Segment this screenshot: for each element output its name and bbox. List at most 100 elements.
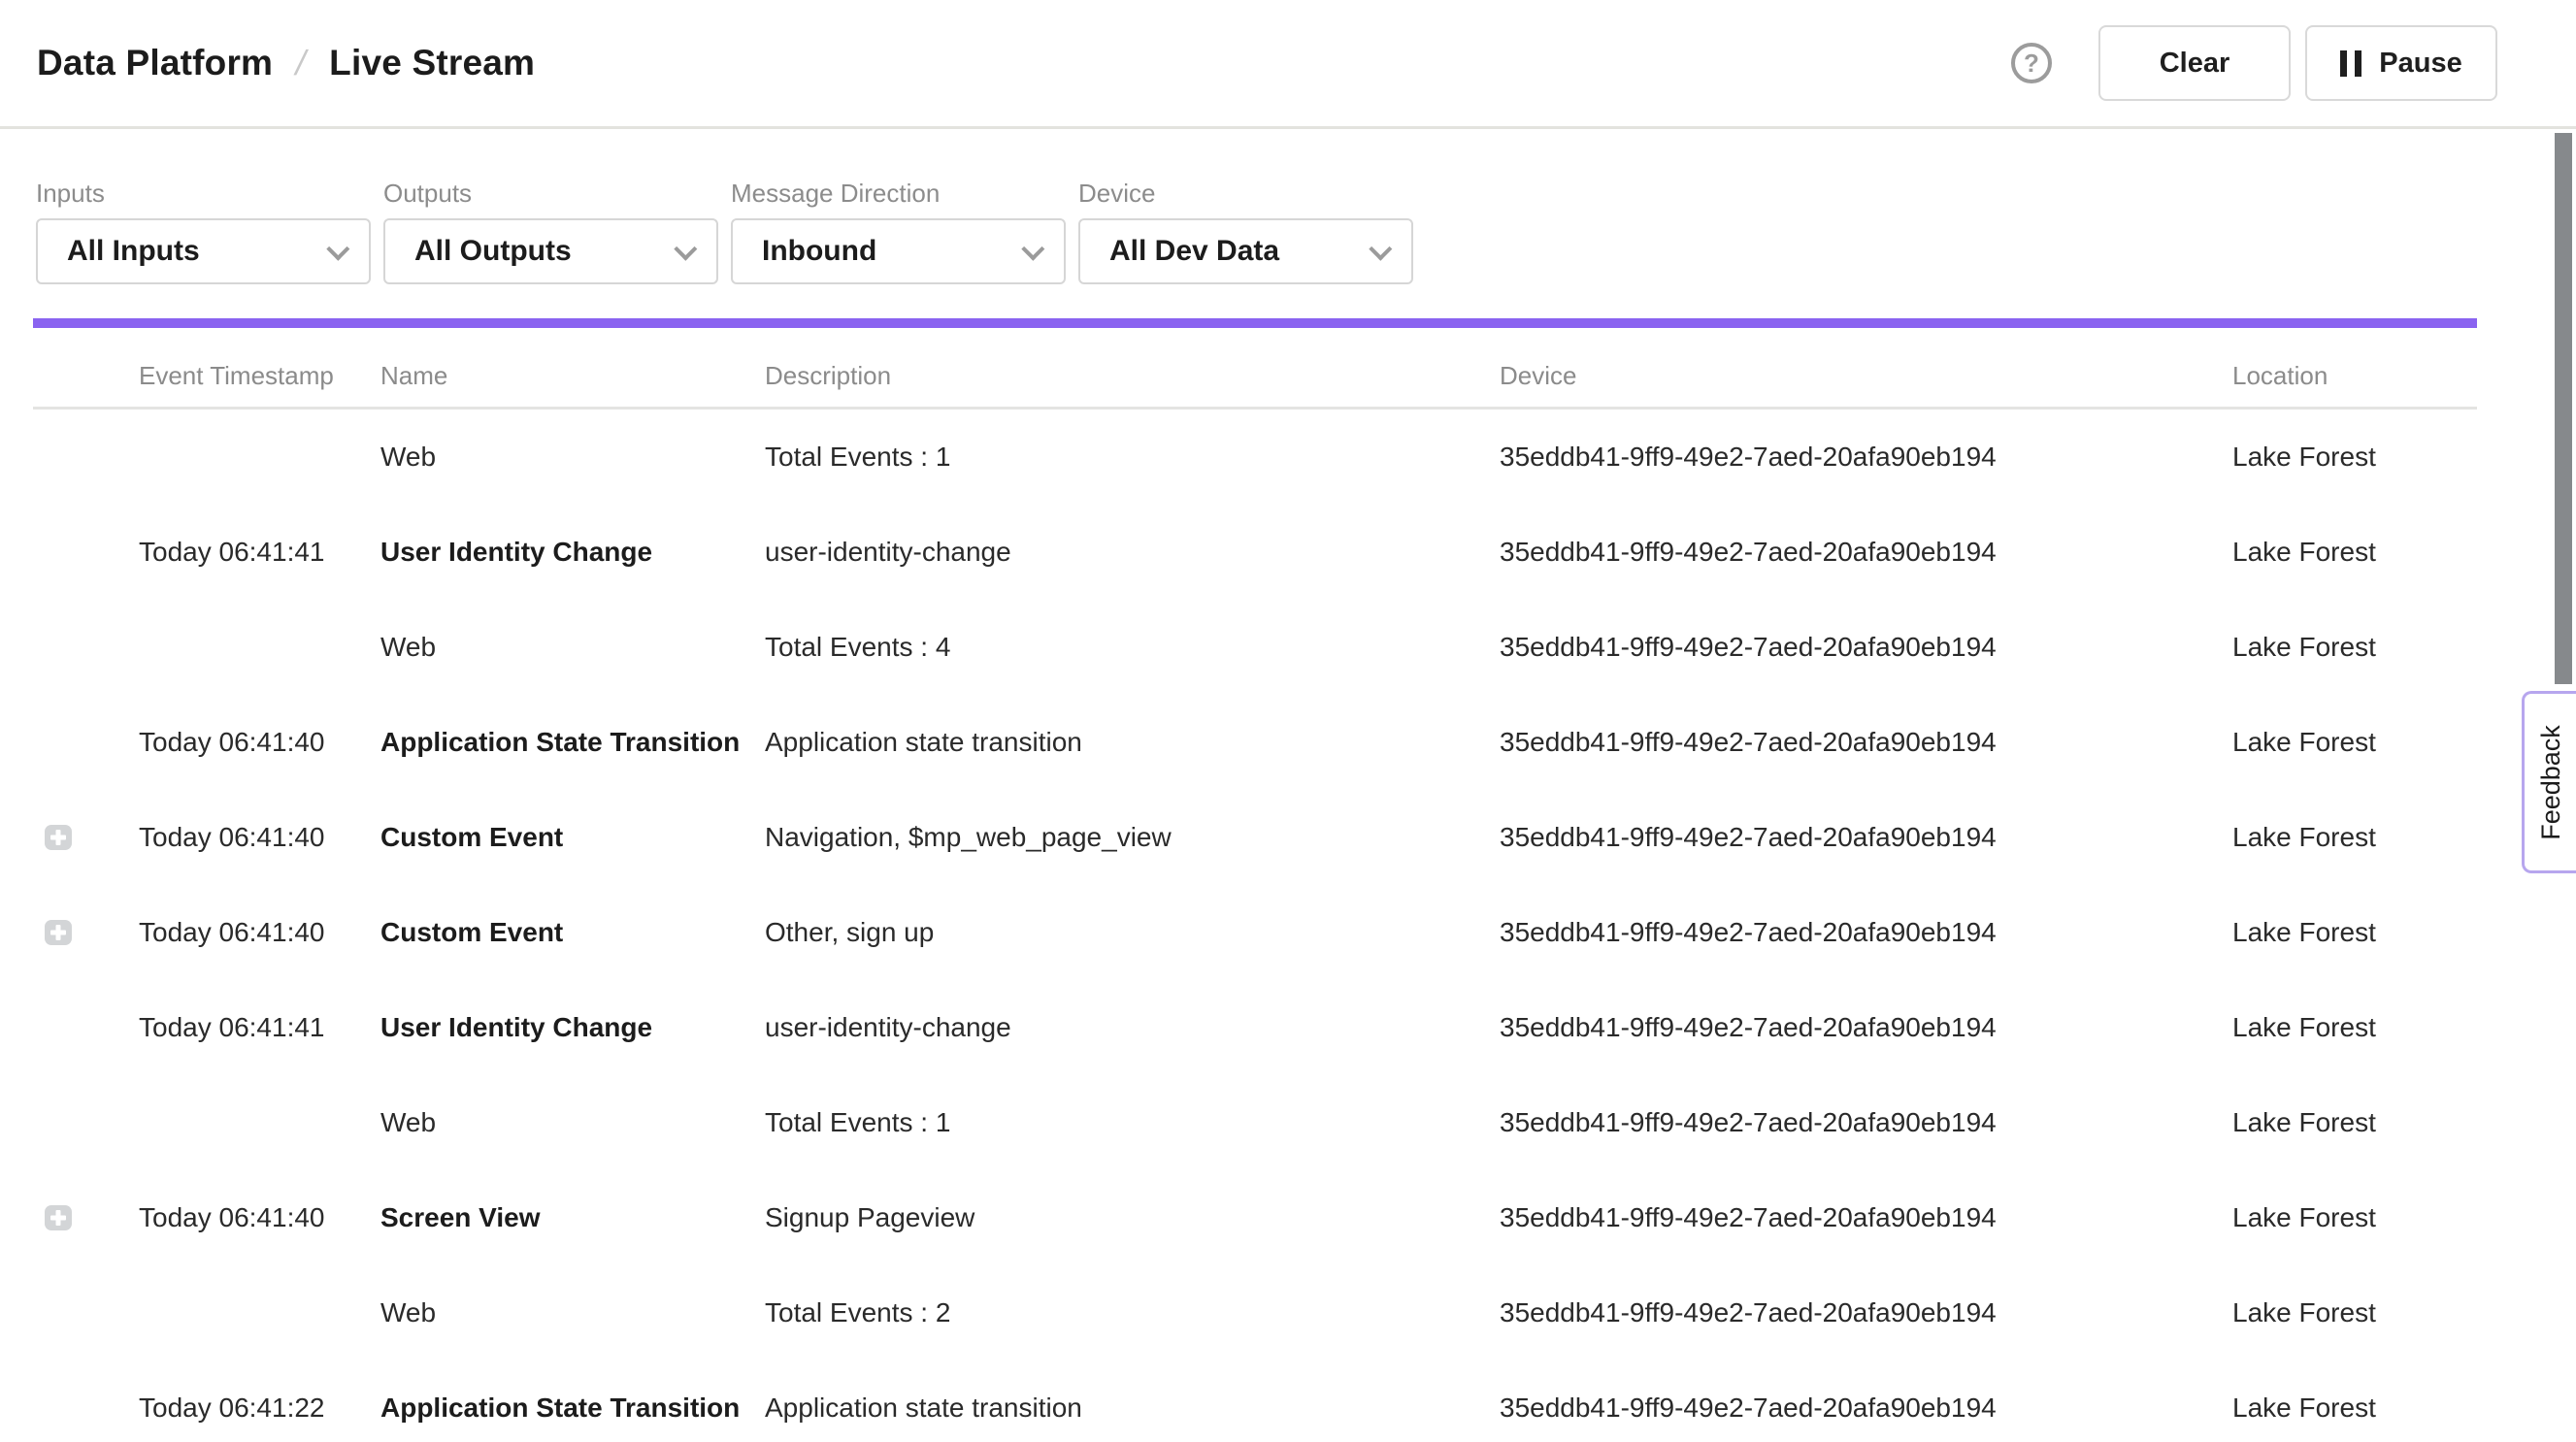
device-id-cell: 35eddb41-9ff9-49e2-7aed-20afa90eb194: [1500, 1297, 2232, 1328]
event-name-cell: Web: [380, 632, 765, 663]
breadcrumb-separator: /: [292, 43, 311, 83]
device-id-cell: 35eddb41-9ff9-49e2-7aed-20afa90eb194: [1500, 537, 2232, 568]
column-header-description: Description: [765, 361, 1500, 407]
table-row[interactable]: Today 06:41:22 Application State Transit…: [33, 1360, 2477, 1442]
filter-outputs-label: Outputs: [383, 178, 718, 209]
table-row[interactable]: Web Total Events : 4 35eddb41-9ff9-49e2-…: [33, 600, 2477, 695]
top-actions: ? Clear Pause: [2011, 25, 2497, 101]
location-cell: Lake Forest: [2232, 537, 2477, 568]
event-timestamp-cell: Today 06:41:40: [139, 727, 380, 758]
expand-cell: [33, 825, 139, 850]
event-name-cell: Web: [380, 1107, 765, 1138]
device-id-cell: 35eddb41-9ff9-49e2-7aed-20afa90eb194: [1500, 632, 2232, 663]
event-timestamp-cell: Today 06:41:40: [139, 822, 380, 853]
event-description-cell: Total Events : 1: [765, 1107, 1500, 1138]
device-select[interactable]: All Dev Data: [1078, 218, 1413, 284]
events-table-header: Event Timestamp Name Description Device …: [33, 328, 2477, 410]
breadcrumb: Data Platform / Live Stream: [37, 43, 535, 83]
message-direction-select[interactable]: Inbound: [731, 218, 1066, 284]
pause-button[interactable]: Pause: [2305, 25, 2497, 101]
filter-message-direction-label: Message Direction: [731, 178, 1066, 209]
filter-device-label: Device: [1078, 178, 1413, 209]
top-bar: Data Platform / Live Stream ? Clear Paus…: [0, 0, 2576, 129]
filter-message-direction: Message Direction Inbound: [731, 178, 1066, 284]
event-description-cell: Total Events : 2: [765, 1297, 1500, 1328]
table-row[interactable]: Web Total Events : 1 35eddb41-9ff9-49e2-…: [33, 1075, 2477, 1170]
location-cell: Lake Forest: [2232, 442, 2477, 473]
breadcrumb-section[interactable]: Data Platform: [37, 43, 273, 83]
location-cell: Lake Forest: [2232, 632, 2477, 663]
filter-device: Device All Dev Data: [1078, 178, 1413, 284]
filter-inputs: Inputs All Inputs: [36, 178, 371, 284]
table-row[interactable]: Today 06:41:40 Application State Transit…: [33, 695, 2477, 790]
device-id-cell: 35eddb41-9ff9-49e2-7aed-20afa90eb194: [1500, 727, 2232, 758]
expand-row-button[interactable]: [45, 825, 72, 850]
help-icon-glyph: ?: [2024, 49, 2039, 79]
event-name-cell: Application State Transition: [380, 727, 765, 758]
column-header-expand: [33, 391, 139, 407]
event-description-cell: user-identity-change: [765, 537, 1500, 568]
vertical-scrollbar-thumb[interactable]: [2555, 133, 2572, 684]
column-header-location: Location: [2232, 361, 2477, 407]
location-cell: Lake Forest: [2232, 1012, 2477, 1043]
device-id-cell: 35eddb41-9ff9-49e2-7aed-20afa90eb194: [1500, 1393, 2232, 1424]
table-row[interactable]: Web Total Events : 1 35eddb41-9ff9-49e2-…: [33, 410, 2477, 505]
event-name-cell: User Identity Change: [380, 1012, 765, 1043]
chevron-down-icon: [674, 237, 697, 260]
chevron-down-icon: [1021, 237, 1044, 260]
event-description-cell: Other, sign up: [765, 917, 1500, 948]
location-cell: Lake Forest: [2232, 1297, 2477, 1328]
inputs-select-value: All Inputs: [67, 235, 200, 268]
clear-button[interactable]: Clear: [2098, 25, 2291, 101]
location-cell: Lake Forest: [2232, 1393, 2477, 1424]
events-table-body: Web Total Events : 1 35eddb41-9ff9-49e2-…: [0, 410, 2576, 1442]
help-icon[interactable]: ?: [2011, 43, 2052, 83]
event-name-cell: Custom Event: [380, 822, 765, 853]
feedback-tab[interactable]: Feedback: [2522, 691, 2576, 873]
event-timestamp-cell: Today 06:41:40: [139, 917, 380, 948]
expand-cell: [33, 920, 139, 945]
event-description-cell: Application state transition: [765, 1393, 1500, 1424]
event-timestamp-cell: Today 06:41:22: [139, 1393, 380, 1424]
device-id-cell: 35eddb41-9ff9-49e2-7aed-20afa90eb194: [1500, 442, 2232, 473]
feedback-tab-label: Feedback: [2536, 725, 2566, 840]
expand-row-button[interactable]: [45, 920, 72, 945]
table-row[interactable]: Today 06:41:40 Screen View Signup Pagevi…: [33, 1170, 2477, 1265]
event-name-cell: Application State Transition: [380, 1393, 765, 1424]
device-id-cell: 35eddb41-9ff9-49e2-7aed-20afa90eb194: [1500, 917, 2232, 948]
location-cell: Lake Forest: [2232, 1107, 2477, 1138]
column-header-name: Name: [380, 361, 765, 407]
event-timestamp-cell: Today 06:41:40: [139, 1202, 380, 1233]
location-cell: Lake Forest: [2232, 1202, 2477, 1233]
device-id-cell: 35eddb41-9ff9-49e2-7aed-20afa90eb194: [1500, 822, 2232, 853]
event-description-cell: Signup Pageview: [765, 1202, 1500, 1233]
event-description-cell: Navigation, $mp_web_page_view: [765, 822, 1500, 853]
event-description-cell: Total Events : 1: [765, 442, 1500, 473]
outputs-select-value: All Outputs: [414, 235, 572, 268]
table-row[interactable]: Today 06:41:41 User Identity Change user…: [33, 980, 2477, 1075]
device-select-value: All Dev Data: [1109, 235, 1279, 268]
chevron-down-icon: [326, 237, 349, 260]
event-name-cell: Web: [380, 1297, 765, 1328]
location-cell: Lake Forest: [2232, 727, 2477, 758]
device-id-cell: 35eddb41-9ff9-49e2-7aed-20afa90eb194: [1500, 1012, 2232, 1043]
expand-row-button[interactable]: [45, 1205, 72, 1230]
outputs-select[interactable]: All Outputs: [383, 218, 718, 284]
event-name-cell: User Identity Change: [380, 537, 765, 568]
event-description-cell: user-identity-change: [765, 1012, 1500, 1043]
event-timestamp-cell: Today 06:41:41: [139, 1012, 380, 1043]
table-row[interactable]: Today 06:41:40 Custom Event Other, sign …: [33, 885, 2477, 980]
table-row[interactable]: Web Total Events : 2 35eddb41-9ff9-49e2-…: [33, 1265, 2477, 1360]
table-row[interactable]: Today 06:41:41 User Identity Change user…: [33, 505, 2477, 600]
event-description-cell: Application state transition: [765, 727, 1500, 758]
location-cell: Lake Forest: [2232, 917, 2477, 948]
pause-button-label: Pause: [2379, 48, 2461, 80]
filter-outputs: Outputs All Outputs: [383, 178, 718, 284]
live-stream-progress-bar: [33, 318, 2477, 328]
event-timestamp-cell: Today 06:41:41: [139, 537, 380, 568]
column-header-event-timestamp: Event Timestamp: [139, 361, 380, 407]
event-name-cell: Screen View: [380, 1202, 765, 1233]
inputs-select[interactable]: All Inputs: [36, 218, 371, 284]
table-row[interactable]: Today 06:41:40 Custom Event Navigation, …: [33, 790, 2477, 885]
column-header-device: Device: [1500, 361, 2232, 407]
